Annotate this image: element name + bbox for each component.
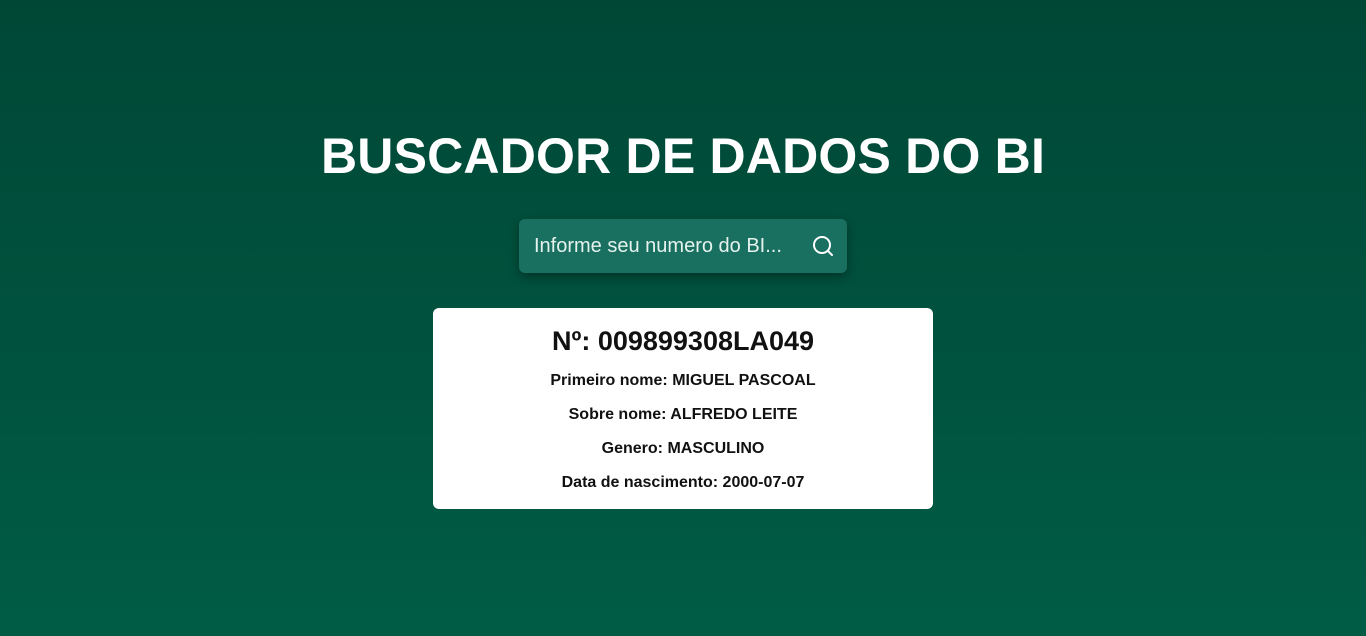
bi-number-label: Nº: [551,326,598,356]
first-name-label: Primeiro nome: [550,372,673,389]
bi-number-search-input[interactable] [519,219,799,273]
search-box [519,219,847,273]
birth-date-label: Data de nascimento: [561,474,723,491]
surname-field: Sobre nome: ALFREDO LEITE [433,405,933,425]
result-card: Nº: 009899308LA049 Primeiro nome: MIGUEL… [433,308,933,509]
surname-label: Sobre nome: [568,406,671,423]
first-name-field: Primeiro nome: MIGUEL PASCOAL [433,371,933,391]
gender-label: Genero: [601,440,668,457]
birth-date-field: Data de nascimento: 2000-07-07 [433,473,933,493]
gender-field: Genero: MASCULINO [433,439,933,459]
bi-number-value: 009899308LA049 [597,326,815,356]
search-button[interactable] [799,219,847,273]
gender-value: MASCULINO [667,440,765,457]
bi-number: Nº: 009899308LA049 [433,325,933,357]
search-icon [813,236,833,256]
first-name-value: MIGUEL PASCOAL [672,372,816,389]
page-title: BUSCADOR DE DADOS DO BI [320,128,1046,184]
surname-value: ALFREDO LEITE [670,406,798,423]
birth-date-value: 2000-07-07 [722,474,805,491]
